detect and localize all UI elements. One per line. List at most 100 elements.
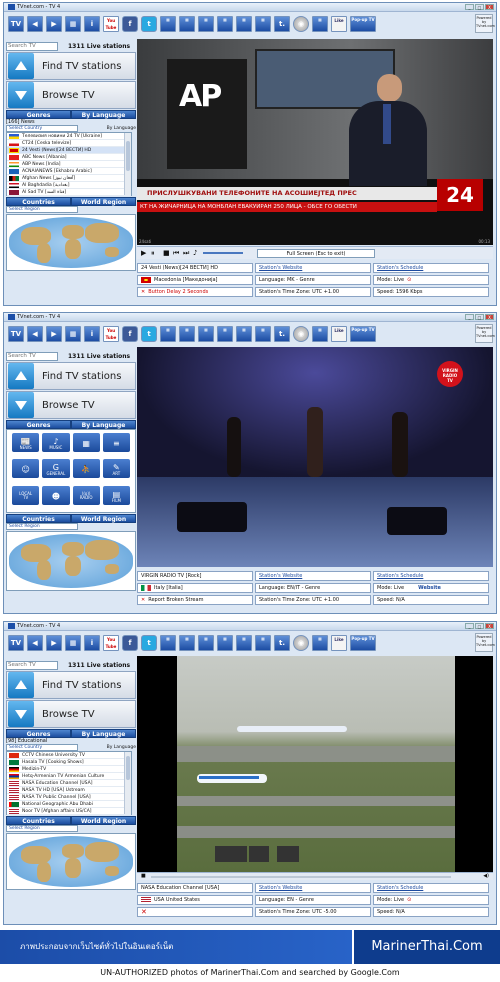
search-input[interactable] [6, 351, 58, 361]
stop-icon[interactable]: ■ [163, 249, 170, 257]
list-scrollbar[interactable] [124, 133, 131, 195]
tab-world-region[interactable]: World Region [71, 816, 136, 825]
share-icon[interactable]: ▦ [217, 16, 233, 32]
seek-bar[interactable] [151, 876, 451, 878]
volume-slider[interactable] [203, 252, 243, 254]
cart-icon[interactable]: ▦ [312, 326, 328, 342]
prev-icon[interactable]: ⏮ [173, 249, 179, 258]
fullscreen-button[interactable]: Full Screen (Esc to exit) [257, 249, 375, 258]
maximize-button[interactable]: □ [475, 314, 484, 320]
station-schedule-link[interactable]: Station's Schedule [373, 883, 489, 893]
website-link[interactable]: Website [418, 584, 441, 592]
list-item[interactable]: Noor TV [Afghan affairs US/CA] [7, 808, 131, 815]
share-icon[interactable]: ▦ [198, 16, 214, 32]
genre-local-tv[interactable]: LOCAL TV [12, 485, 40, 505]
minimize-button[interactable]: _ [465, 4, 474, 10]
share-icon[interactable]: ▦ [236, 635, 252, 651]
share-icon[interactable]: ▦ [160, 635, 176, 651]
genre-music[interactable]: ♪ MUSIC [42, 433, 70, 452]
select-country-dropdown[interactable]: Select Country [6, 125, 78, 132]
search-input[interactable] [6, 660, 58, 670]
popup-tv-button[interactable]: Pop-up TV [350, 326, 376, 342]
tab-genres[interactable]: Genres [6, 420, 71, 429]
share-icon[interactable]: ▦ [217, 635, 233, 651]
find-tv-button[interactable]: Find TV stations [6, 52, 136, 80]
genre-tile[interactable]: ▦ [72, 433, 100, 452]
tumblr-icon[interactable]: t. [274, 635, 290, 651]
radio-icon[interactable]: ▦ [65, 635, 81, 651]
station-website-link[interactable]: Station's Website [255, 571, 371, 581]
maximize-button[interactable]: □ [475, 4, 484, 10]
select-country-dropdown[interactable]: Select Country [6, 744, 78, 751]
info-icon[interactable]: i [84, 326, 100, 342]
tab-by-language[interactable]: By Language [71, 420, 136, 429]
forward-icon[interactable]: ▶ [46, 326, 62, 342]
share-icon[interactable]: ▦ [198, 635, 214, 651]
genre-radio[interactable]: ((o)) RADIO [72, 485, 100, 505]
twitter-icon[interactable]: t [141, 16, 157, 32]
like-icon[interactable]: Like [331, 16, 347, 32]
genre-film[interactable]: ▤ FILM [102, 485, 130, 505]
facebook-icon[interactable]: f [122, 326, 138, 342]
browse-tv-button[interactable]: Browse TV [6, 81, 136, 109]
tv-icon[interactable]: TV [8, 635, 24, 651]
close-button[interactable]: X [485, 623, 494, 629]
popup-tv-button[interactable]: Pop-up TV [350, 16, 376, 32]
tab-world-region[interactable]: World Region [71, 197, 136, 206]
tab-countries[interactable]: Countries [6, 816, 71, 825]
world-map[interactable] [6, 214, 136, 271]
genre-tile[interactable]: ≡ [102, 433, 130, 452]
like-icon[interactable]: Like [331, 635, 347, 651]
radio-icon[interactable]: ▦ [65, 326, 81, 342]
next-icon[interactable]: ⏭ [183, 249, 189, 258]
youtube-icon[interactable]: You Tube [103, 16, 119, 32]
video-player[interactable]: VIRGIN RADIO TV [137, 347, 493, 567]
select-region-dropdown[interactable]: Select Region [6, 206, 78, 213]
share-icon[interactable]: ▦ [255, 635, 271, 651]
browse-tv-button[interactable]: Browse TV [6, 700, 136, 728]
world-map[interactable] [6, 833, 136, 890]
cart-icon[interactable]: ▦ [312, 635, 328, 651]
play-icon[interactable]: ▶ [141, 249, 146, 257]
radio-icon[interactable]: ▦ [65, 16, 81, 32]
browse-tv-button[interactable]: Browse TV [6, 391, 136, 419]
find-tv-button[interactable]: Find TV stations [6, 671, 136, 699]
close-button[interactable]: X [485, 4, 494, 10]
twitter-icon[interactable]: t [141, 326, 157, 342]
genre-kids[interactable]: ☺ [12, 459, 40, 479]
search-input[interactable] [6, 41, 58, 51]
facebook-icon[interactable]: f [122, 16, 138, 32]
genre-art[interactable]: ✎ ART [102, 459, 130, 479]
cart-icon[interactable]: ▦ [312, 16, 328, 32]
tab-by-language[interactable]: By Language [71, 110, 136, 119]
tab-countries[interactable]: Countries [6, 197, 71, 206]
share-icon[interactable]: ▦ [198, 326, 214, 342]
maximize-button[interactable]: □ [475, 623, 484, 629]
share-icon[interactable]: ▦ [236, 16, 252, 32]
facebook-icon[interactable]: f [122, 635, 138, 651]
globe-icon[interactable]: ◉ [293, 635, 309, 651]
close-button[interactable]: X [485, 314, 494, 320]
share-icon[interactable]: ▦ [179, 16, 195, 32]
back-icon[interactable]: ◀ [27, 326, 43, 342]
twitter-icon[interactable]: t [141, 635, 157, 651]
globe-icon[interactable]: ◉ [293, 326, 309, 342]
genre-sports[interactable]: ⛹ [72, 459, 100, 479]
volume-icon[interactable]: ◀) [483, 873, 489, 879]
share-icon[interactable]: ▦ [217, 326, 233, 342]
station-schedule-link[interactable]: Station's Schedule [373, 263, 489, 273]
station-website-link[interactable]: Station's Website [255, 263, 371, 273]
tab-genres[interactable]: Genres [6, 110, 71, 119]
record-icon[interactable]: ⊙ [407, 896, 411, 904]
stop-icon[interactable]: ■ [141, 873, 146, 879]
tumblr-icon[interactable]: t. [274, 326, 290, 342]
forward-icon[interactable]: ▶ [46, 635, 62, 651]
tab-genres[interactable]: Genres [6, 729, 71, 738]
info-icon[interactable]: i [84, 635, 100, 651]
select-region-dropdown[interactable]: Select Region [6, 523, 78, 530]
genre-general[interactable]: G GENERAL [42, 459, 70, 479]
world-map[interactable] [6, 531, 136, 591]
tab-countries[interactable]: Countries [6, 514, 71, 523]
share-icon[interactable]: ▦ [236, 326, 252, 342]
tv-icon[interactable]: TV [8, 326, 24, 342]
